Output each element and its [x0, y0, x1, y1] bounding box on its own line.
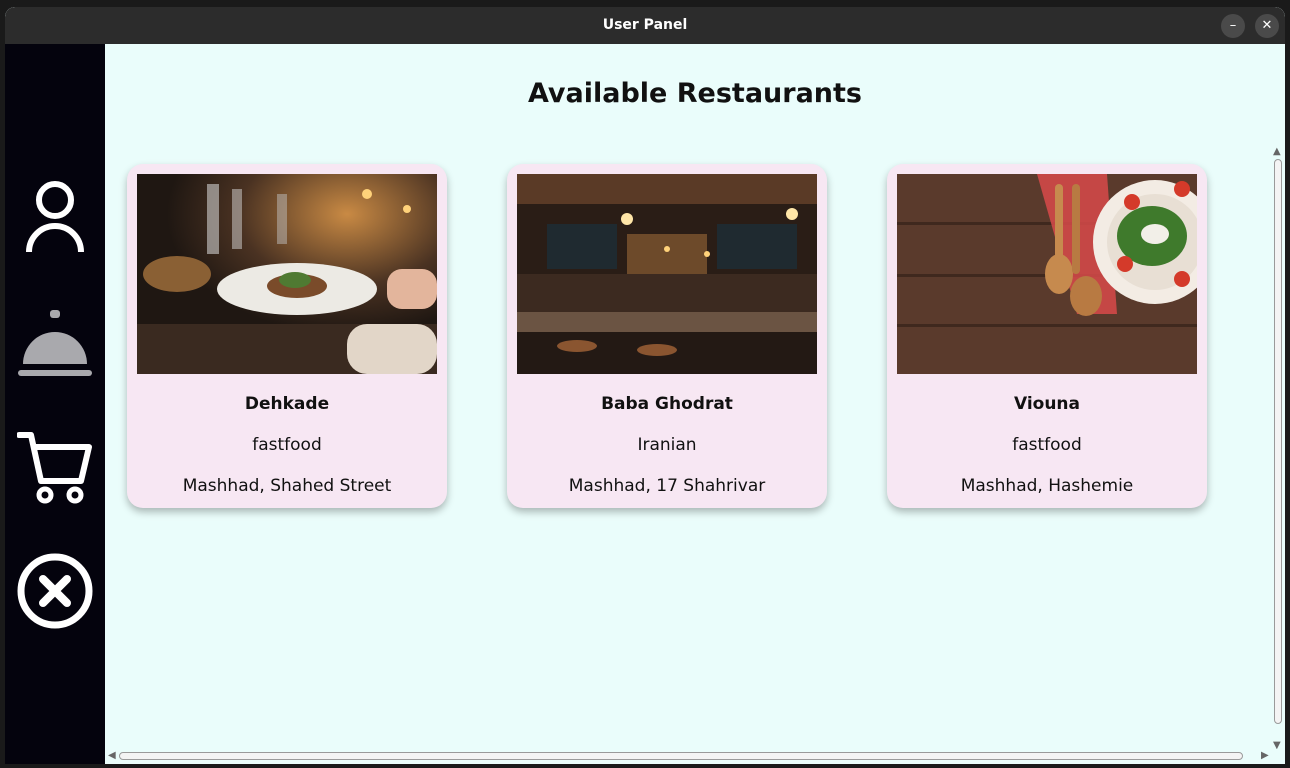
main-content: Available Restaurants Dehkade fastfood M… — [105, 44, 1285, 764]
vertical-scrollbar[interactable]: ▲ ▼ — [1271, 147, 1285, 759]
close-window-button[interactable]: ✕ — [1255, 14, 1279, 38]
cloche-icon — [18, 310, 92, 376]
restaurant-card[interactable]: Viouna fastfood Mashhad, Hashemie — [887, 164, 1207, 508]
horizontal-scroll-thumb[interactable] — [119, 752, 1243, 760]
restaurant-name: Baba Ghodrat — [601, 394, 733, 414]
user-icon — [26, 181, 84, 253]
restaurant-photo — [897, 174, 1197, 374]
restaurant-category: fastfood — [252, 435, 322, 455]
horizontal-scrollbar[interactable]: ◀ ▶ — [105, 749, 1285, 763]
vertical-scroll-thumb[interactable] — [1274, 159, 1282, 724]
title-bar: User Panel – ✕ — [5, 7, 1285, 44]
scroll-left-icon[interactable]: ◀ — [108, 751, 116, 761]
page-title: Available Restaurants — [527, 78, 863, 109]
restaurant-category: fastfood — [1012, 435, 1082, 455]
sidebar-item-cart[interactable] — [17, 429, 93, 505]
restaurant-category: Iranian — [637, 435, 697, 455]
sidebar-item-exit[interactable] — [17, 553, 93, 629]
restaurant-address: Mashhad, 17 Shahrivar — [568, 476, 766, 496]
cart-icon — [17, 432, 92, 504]
restaurant-card[interactable]: Baba Ghodrat Iranian Mashhad, 17 Shahriv… — [507, 164, 827, 508]
window-title: User Panel — [602, 17, 688, 33]
restaurant-photo — [517, 174, 817, 374]
app-window: User Panel – ✕ Available Restaurants Deh… — [5, 7, 1285, 764]
minimize-button[interactable]: – — [1221, 14, 1245, 38]
minimize-icon: – — [1229, 18, 1237, 33]
sidebar-item-restaurants[interactable] — [17, 306, 93, 382]
restaurant-name: Viouna — [1013, 394, 1081, 414]
close-icon: ✕ — [1261, 18, 1273, 33]
restaurant-card[interactable]: Dehkade fastfood Mashhad, Shahed Street — [127, 164, 447, 508]
sidebar-item-profile[interactable] — [17, 180, 93, 256]
scroll-up-icon[interactable]: ▲ — [1273, 147, 1281, 157]
restaurant-name: Dehkade — [244, 394, 330, 414]
restaurant-address: Mashhad, Shahed Street — [182, 476, 392, 496]
close-circle-icon — [17, 553, 93, 629]
restaurant-address: Mashhad, Hashemie — [960, 476, 1134, 496]
restaurant-photo — [137, 174, 437, 374]
scroll-right-icon[interactable]: ▶ — [1261, 751, 1269, 761]
sidebar — [5, 44, 105, 764]
